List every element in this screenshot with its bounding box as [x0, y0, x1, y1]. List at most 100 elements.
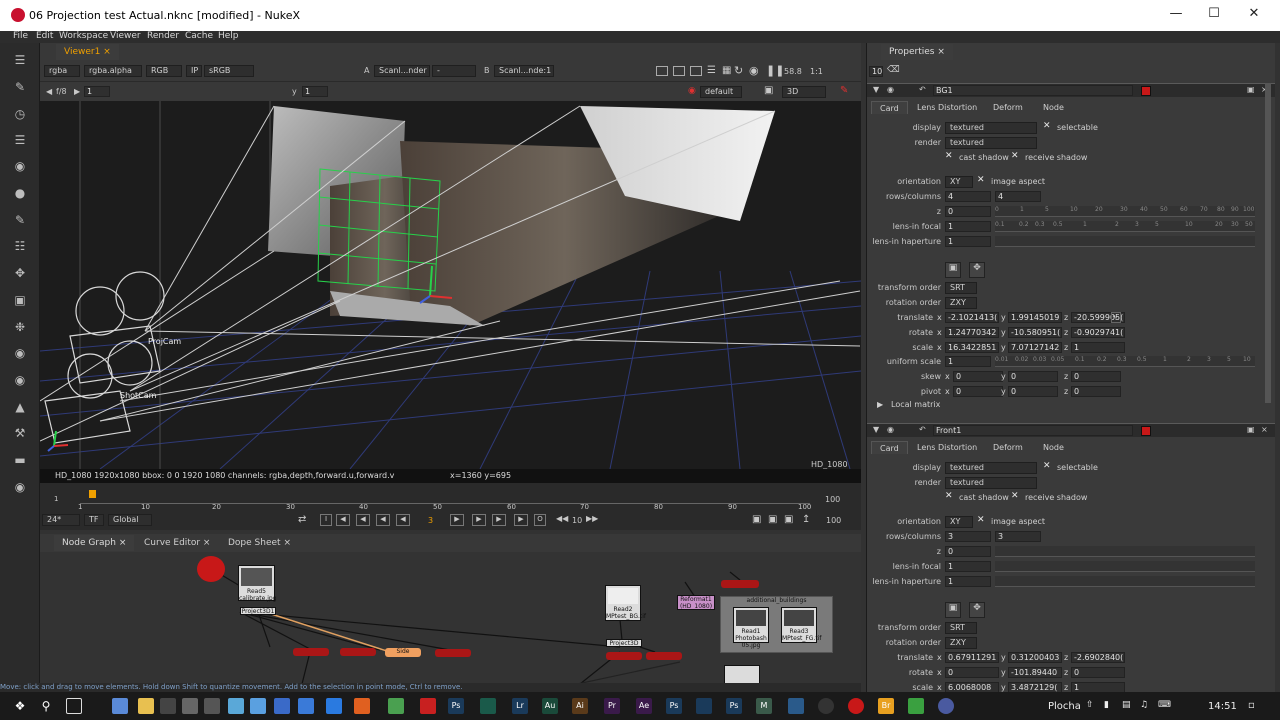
- pivot-z-field[interactable]: 0: [1071, 386, 1121, 397]
- tab-viewer1[interactable]: Viewer1 ×: [56, 44, 119, 60]
- side-node[interactable]: Side: [385, 648, 421, 657]
- local-matrix-label[interactable]: Local matrix: [891, 400, 940, 409]
- node-color-swatch[interactable]: [1141, 86, 1151, 96]
- toolsets-icon[interactable]: ⚒: [13, 426, 27, 440]
- zoom-value[interactable]: 1:1: [810, 67, 823, 76]
- display-dropdown[interactable]: textured: [945, 122, 1037, 134]
- receive-shadow-checkbox[interactable]: ✕: [1011, 151, 1019, 161]
- bridge-app-icon[interactable]: Br: [878, 698, 894, 714]
- bounce-icon[interactable]: ⇄: [298, 514, 306, 525]
- rotate-z-field[interactable]: -0.9029741(: [1071, 327, 1125, 338]
- time-icon[interactable]: ◷: [13, 107, 27, 121]
- furnace-icon[interactable]: ◉: [13, 480, 27, 494]
- card-node-bg[interactable]: [606, 652, 642, 660]
- menu-workspace[interactable]: Workspace: [59, 31, 108, 41]
- read2-node[interactable]: Read2 MPtest_BG.tif: [605, 585, 646, 621]
- other-icon[interactable]: ▬: [13, 453, 27, 467]
- tasks-app-icon[interactable]: [250, 698, 266, 714]
- illustrator-app-icon[interactable]: Ai: [572, 698, 588, 714]
- mask-icon[interactable]: [690, 66, 702, 76]
- clock[interactable]: 14:51: [1208, 701, 1237, 712]
- render-dropdown[interactable]: textured: [945, 137, 1037, 149]
- desktop-label[interactable]: Plocha: [1048, 701, 1081, 712]
- front1-z-slider[interactable]: [995, 546, 1255, 557]
- prev-frame-button[interactable]: ◀: [376, 514, 390, 526]
- excel-app-icon[interactable]: [908, 698, 924, 714]
- safe-area-icon[interactable]: [673, 66, 685, 76]
- metadata-icon[interactable]: ▲: [13, 400, 27, 414]
- view-mode-dropdown[interactable]: 3D: [782, 86, 826, 98]
- keyboard-icon[interactable]: ⌨: [1158, 700, 1171, 710]
- translate-y-field[interactable]: 1.99145019: [1008, 312, 1062, 323]
- alpha-dropdown[interactable]: rgba.alpha: [84, 65, 142, 77]
- menu-render[interactable]: Render: [147, 31, 179, 41]
- ip-button[interactable]: IP: [186, 65, 202, 77]
- colorspace-dropdown[interactable]: RGB: [146, 65, 182, 77]
- bg1-tab-node[interactable]: Node: [1035, 101, 1072, 114]
- rotate-x-field[interactable]: 1.24770342: [945, 327, 999, 338]
- calculator-app-icon[interactable]: [204, 698, 220, 714]
- axis-snap-icon[interactable]: ✥: [969, 262, 985, 278]
- bg1-tab-card[interactable]: Card: [871, 101, 908, 114]
- card-node-bg2[interactable]: [646, 652, 682, 660]
- menu-viewer[interactable]: Viewer: [110, 31, 141, 41]
- lock-icon[interactable]: ▣: [764, 85, 773, 96]
- front1-tab-lens[interactable]: Lens Distortion: [909, 441, 985, 454]
- front1-panel-header[interactable]: ▼ ◉ ↶ Front1 ▣ ×: [867, 423, 1275, 437]
- front1-close-icon[interactable]: ×: [1261, 425, 1268, 434]
- tab-dope-sheet[interactable]: Dope Sheet ×: [220, 535, 299, 551]
- pivot-y-field[interactable]: 0: [1008, 386, 1058, 397]
- input-b-dropdown[interactable]: Scanl...nde:1: [494, 65, 554, 77]
- photoshop4-app-icon[interactable]: Ps: [726, 698, 742, 714]
- read3-node[interactable]: Read3 MPtest_FG.tif: [781, 607, 821, 643]
- card-node-3[interactable]: [721, 580, 759, 588]
- front1-orientation-dropdown[interactable]: XY: [945, 516, 973, 528]
- taskbar-chevron-icon[interactable]: ⇧: [1086, 700, 1094, 710]
- uniform-scale-slider[interactable]: 0.01 0.02 0.03 0.05 0.1 0.2 0.3 0.5 1 2 …: [995, 356, 1255, 367]
- viewer-3d-viewport[interactable]: ProjCam ShotCam HD_1080: [40, 101, 861, 469]
- lut-dropdown[interactable]: sRGB: [204, 65, 254, 77]
- skew-x-field[interactable]: 0: [953, 371, 1003, 382]
- y-value[interactable]: 1: [302, 86, 328, 97]
- front1-z-field[interactable]: 0: [945, 546, 991, 557]
- front1-selectable-checkbox[interactable]: ✕: [1043, 461, 1051, 471]
- bg1-panel-header[interactable]: ▼ ◉ ↶ BG1 ▣ ×: [867, 83, 1275, 97]
- collapse-icon[interactable]: ▼: [873, 85, 879, 94]
- transform-icon[interactable]: ✥: [13, 266, 27, 280]
- front1-rotate-z-field[interactable]: 0: [1071, 667, 1125, 678]
- edit-app-icon[interactable]: [228, 698, 244, 714]
- step-back-icon[interactable]: ◀◀: [556, 514, 568, 523]
- front1-tab-card[interactable]: Card: [871, 441, 908, 454]
- audition-app-icon[interactable]: Au: [542, 698, 558, 714]
- filter-icon[interactable]: ●: [13, 186, 27, 200]
- views-icon[interactable]: ◉: [13, 373, 27, 387]
- max-panels-field[interactable]: 10: [869, 66, 883, 77]
- gain-value[interactable]: 58.8: [784, 67, 802, 76]
- mocha-app-icon[interactable]: M: [756, 698, 772, 714]
- node-graph[interactable]: Read5 calibrate.jpg Project3D1 Side Read…: [40, 552, 861, 692]
- out-point-button[interactable]: O: [534, 514, 546, 526]
- camera-node[interactable]: [197, 556, 225, 582]
- overlay-icon[interactable]: ▦: [722, 65, 731, 76]
- front1-transform-order-dropdown[interactable]: SRT: [945, 622, 977, 634]
- pause-icon[interactable]: ❚❚: [766, 64, 784, 77]
- front1-lens-focal-field[interactable]: 1: [945, 561, 991, 572]
- windows-start-icon[interactable]: ❖: [12, 698, 28, 714]
- front1-receive-shadow-checkbox[interactable]: ✕: [1011, 491, 1019, 501]
- z-slider[interactable]: 0 1 5 10 20 30 40 50 60 70 80 90 100: [995, 206, 1255, 217]
- paint-icon[interactable]: ✎: [840, 85, 848, 96]
- clear-panels-icon[interactable]: ⌫: [887, 65, 900, 75]
- firefox-app-icon[interactable]: [354, 698, 370, 714]
- card-node-2[interactable]: [340, 648, 376, 656]
- color-icon[interactable]: ◉: [13, 159, 27, 173]
- nuke-app-icon[interactable]: [848, 698, 864, 714]
- front1-tab-deform[interactable]: Deform: [985, 441, 1031, 454]
- play-back-button[interactable]: ◀: [396, 514, 410, 526]
- bg1-tab-lens[interactable]: Lens Distortion: [909, 101, 985, 114]
- steam-app-icon[interactable]: [818, 698, 834, 714]
- skew-y-field[interactable]: 0: [1008, 371, 1058, 382]
- notifications-icon[interactable]: ▫: [1248, 700, 1255, 711]
- folder-app-icon[interactable]: [138, 698, 154, 714]
- read5-node[interactable]: Read5 calibrate.jpg: [238, 565, 277, 602]
- input-a-dropdown[interactable]: Scanl...nder: [374, 65, 430, 77]
